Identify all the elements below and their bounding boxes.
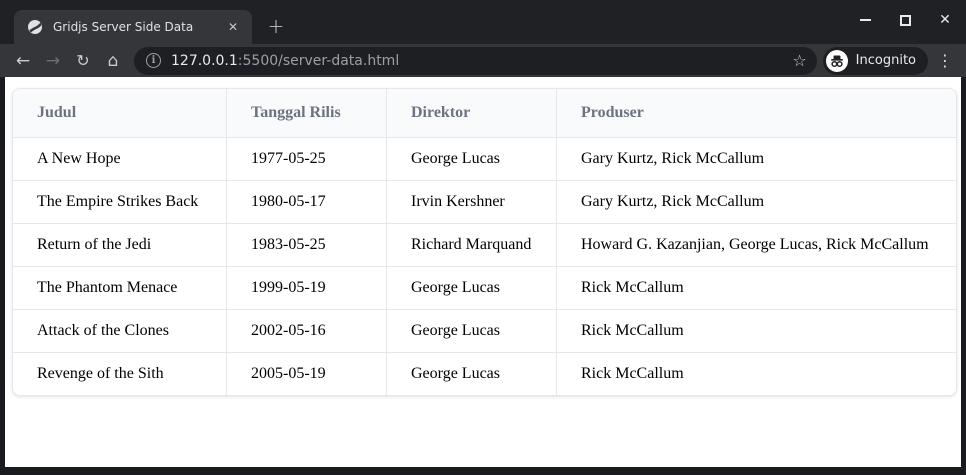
back-button[interactable]: ← (8, 47, 38, 75)
browser-toolbar: ← → ↻ ⌂ i 127.0.0.1:5500/server-data.htm… (0, 44, 966, 77)
table-cell: George Lucas (387, 138, 557, 181)
table-body: A New Hope1977-05-25George LucasGary Kur… (13, 138, 956, 395)
forward-button[interactable]: → (38, 47, 68, 75)
browser-tab[interactable]: Gridjs Server Side Data ✕ (14, 10, 252, 44)
table-cell: A New Hope (13, 138, 227, 181)
table-cell: 1983-05-25 (227, 224, 387, 267)
tab-strip: Gridjs Server Side Data ✕ + ✕ (0, 0, 966, 44)
globe-favicon-icon (27, 19, 43, 35)
table-row: The Phantom Menace1999-05-19George Lucas… (13, 267, 956, 310)
tab-title: Gridjs Server Side Data (53, 20, 224, 34)
table-cell: 1980-05-17 (227, 181, 387, 224)
minimize-icon (860, 19, 871, 21)
incognito-label: Incognito (856, 53, 916, 68)
maximize-icon (900, 15, 911, 26)
reload-button[interactable]: ↻ (68, 47, 98, 75)
column-header-tanggal-rilis[interactable]: Tanggal Rilis (227, 89, 387, 138)
table-cell: Howard G. Kazanjian, George Lucas, Rick … (557, 224, 956, 267)
url-host: 127.0.0.1 (171, 53, 238, 69)
close-button[interactable]: ✕ (932, 7, 958, 33)
table-cell: Gary Kurtz, Rick McCallum (557, 181, 956, 224)
incognito-spy-icon (826, 50, 848, 72)
table-cell: Irvin Kershner (387, 181, 557, 224)
reload-icon: ↻ (76, 51, 89, 70)
data-table-container: Judul Tanggal Rilis Direktor Produser A … (12, 88, 957, 396)
column-header-judul[interactable]: Judul (13, 89, 227, 138)
url-path: :5500/server-data.html (238, 53, 399, 69)
table-row: Return of the Jedi1983-05-25Richard Marq… (13, 224, 956, 267)
page-content: Judul Tanggal Rilis Direktor Produser A … (5, 77, 961, 467)
table-cell: Rick McCallum (557, 267, 956, 310)
forward-icon: → (46, 51, 60, 71)
table-cell: 1977-05-25 (227, 138, 387, 181)
incognito-badge: Incognito (823, 47, 928, 75)
table-cell: The Phantom Menace (13, 267, 227, 310)
table-cell: Rick McCallum (557, 353, 956, 395)
table-cell: 2005-05-19 (227, 353, 387, 395)
maximize-button[interactable] (892, 7, 918, 33)
table-cell: George Lucas (387, 353, 557, 395)
table-cell: 1999-05-19 (227, 267, 387, 310)
table-cell: Richard Marquand (387, 224, 557, 267)
table-cell: George Lucas (387, 267, 557, 310)
home-button[interactable]: ⌂ (98, 47, 128, 75)
home-icon: ⌂ (108, 51, 119, 71)
window-controls: ✕ (852, 0, 958, 40)
new-tab-button[interactable]: + (262, 12, 290, 40)
browser-window: Gridjs Server Side Data ✕ + ✕ ← → ↻ ⌂ i … (0, 0, 966, 475)
site-info-icon[interactable]: i (146, 53, 161, 68)
url-text[interactable]: 127.0.0.1:5500/server-data.html (171, 53, 784, 69)
table-cell: Gary Kurtz, Rick McCallum (557, 138, 956, 181)
minimize-button[interactable] (852, 7, 878, 33)
menu-kebab-icon[interactable]: ⋮ (932, 51, 958, 70)
column-header-produser[interactable]: Produser (557, 89, 956, 138)
column-header-direktor[interactable]: Direktor (387, 89, 557, 138)
table-row: Attack of the Clones2002-05-16George Luc… (13, 310, 956, 353)
table-cell: Rick McCallum (557, 310, 956, 353)
table-cell: Attack of the Clones (13, 310, 227, 353)
table-header-row: Judul Tanggal Rilis Direktor Produser (13, 89, 956, 138)
bookmark-star-icon[interactable]: ☆ (784, 51, 806, 70)
close-icon: ✕ (939, 13, 951, 27)
back-icon: ← (16, 51, 30, 71)
table-header: Judul Tanggal Rilis Direktor Produser (13, 89, 956, 138)
table-row: Revenge of the Sith2005-05-19George Luca… (13, 353, 956, 395)
data-table: Judul Tanggal Rilis Direktor Produser A … (13, 89, 956, 395)
table-cell: The Empire Strikes Back (13, 181, 227, 224)
table-row: A New Hope1977-05-25George LucasGary Kur… (13, 138, 956, 181)
url-bar[interactable]: i 127.0.0.1:5500/server-data.html ☆ (134, 47, 817, 75)
table-row: The Empire Strikes Back1980-05-17Irvin K… (13, 181, 956, 224)
table-cell: 2002-05-16 (227, 310, 387, 353)
tab-close-icon[interactable]: ✕ (224, 18, 242, 36)
table-cell: Revenge of the Sith (13, 353, 227, 395)
table-cell: Return of the Jedi (13, 224, 227, 267)
table-cell: George Lucas (387, 310, 557, 353)
